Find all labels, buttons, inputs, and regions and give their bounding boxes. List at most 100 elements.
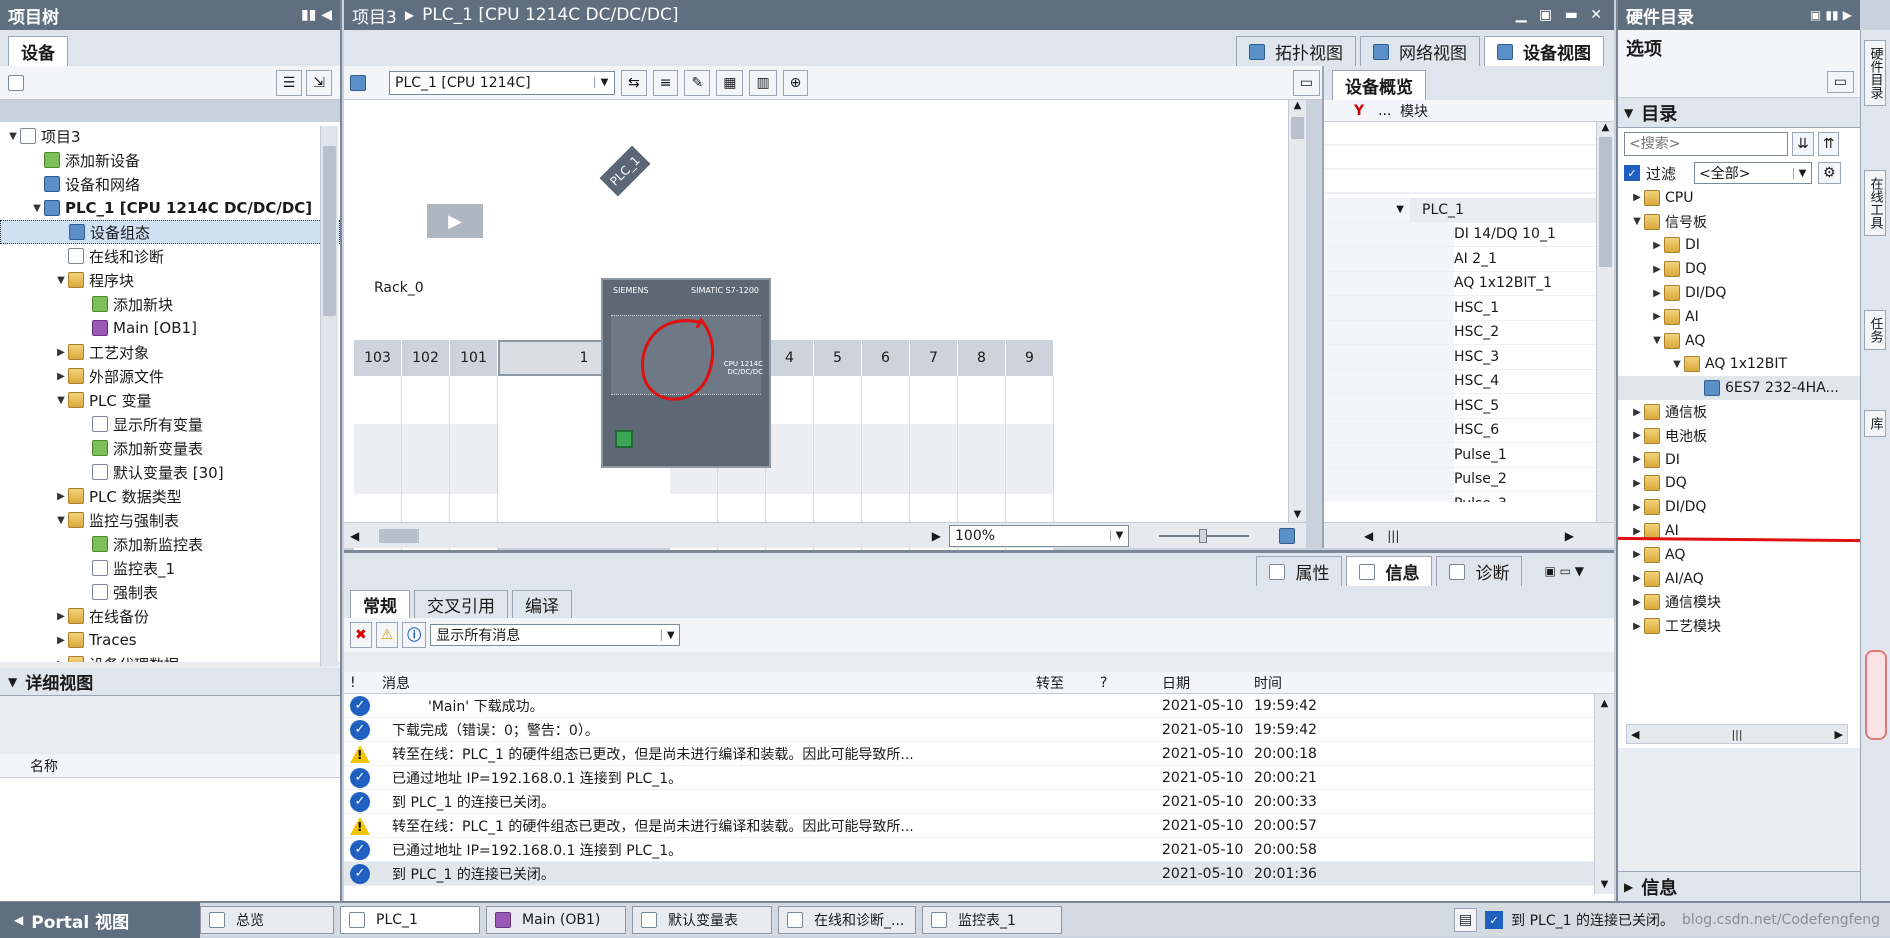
message-row[interactable]: ✓ 到 PLC_1 的连接已关闭。 2021-05-10 20:00:33 [344, 790, 1594, 814]
tree-item[interactable]: ▼ 项目3 [0, 124, 340, 148]
tree-item[interactable]: Main [OB1] [0, 316, 340, 340]
tree-item[interactable]: ▼ PLC_1 [CPU 1214C DC/DC/DC] [0, 196, 340, 220]
catalog-item[interactable]: 6ES7 232-4HA... [1618, 376, 1860, 401]
expand-toggle-icon[interactable]: ▶ [1630, 502, 1644, 513]
device-tool-icon[interactable] [350, 74, 366, 91]
expand-toggle-icon[interactable]: ▶ [1630, 621, 1644, 632]
new-item-icon[interactable] [8, 74, 24, 91]
name-icon[interactable]: ≡ [652, 69, 679, 96]
expand-toggle-icon[interactable]: ▶ [54, 635, 68, 646]
canvas-hscroll[interactable]: ◀ ▶ 100% ▼ [344, 522, 1306, 548]
expand-toggle-icon[interactable]: ▶ [1630, 478, 1644, 489]
overview-row[interactable]: ▼ PLC_1 [1324, 198, 1614, 223]
swap-icon[interactable]: ⇆ [621, 69, 647, 96]
search-down-icon[interactable]: ⇊ [1792, 132, 1814, 156]
tab-devices[interactable]: 设备 [8, 36, 68, 66]
tree-item[interactable]: 设备组态 [0, 220, 340, 244]
expand-toggle-icon[interactable]: ▶ [1630, 454, 1644, 465]
rack-slot-header[interactable]: 8 [958, 340, 1006, 376]
expand-toggle-icon[interactable]: ▶ [1650, 240, 1664, 251]
side-tab[interactable]: 库 [1864, 410, 1886, 437]
error-filter-icon[interactable]: ✖ [350, 622, 372, 648]
catalog-hscroll[interactable]: ◀ ||| ▶ [1626, 724, 1848, 744]
breadcrumb-device[interactable]: PLC_1 [CPU 1214C DC/DC/DC] [422, 5, 678, 25]
catalog-item[interactable]: ▶ DI [1618, 448, 1860, 472]
expand-toggle-icon[interactable]: ▶ [54, 371, 68, 382]
expand-toggle-icon[interactable]: ▶ [1650, 311, 1664, 322]
expand-toggle-icon[interactable]: ▶ [1650, 288, 1664, 299]
overview-row[interactable]: HSC_6 [1324, 418, 1614, 443]
taskbar-item[interactable]: 监控表_1 [922, 906, 1062, 934]
tab-general[interactable]: 常规 [350, 590, 410, 618]
chevron-down-icon[interactable]: ▼ [1624, 106, 1633, 120]
tree-item[interactable]: ▶ 设备代理数据 [0, 652, 340, 662]
message-row[interactable]: ✓ 'Main' 下载成功。 2021-05-10 19:59:42 [344, 694, 1594, 718]
paint-icon[interactable]: ✎ [684, 69, 711, 96]
zoom-slider[interactable] [1159, 528, 1249, 543]
search-up-icon[interactable]: ⇈ [1817, 132, 1840, 156]
message-row[interactable]: ✓ 已通过地址 IP=192.168.0.1 连接到 PLC_1。 2021-05-… [344, 838, 1594, 862]
filter-select[interactable]: <全部> ▼ [1694, 162, 1813, 184]
list-view-icon[interactable]: ☰ [275, 69, 303, 96]
taskbar-item[interactable]: 默认变量表 [632, 906, 772, 934]
plc-label-tag[interactable]: PLC_1 [599, 145, 651, 197]
tree-item[interactable]: ▼ 程序块 [0, 268, 340, 292]
chevron-down-icon[interactable]: ▼ [8, 675, 17, 689]
pane-controls-icon[interactable]: ▣ ▮▮ ▶ [1810, 8, 1852, 22]
tree-item[interactable]: 显示所有变量 [0, 412, 340, 436]
tree-item[interactable]: 监控表_1 [0, 556, 340, 580]
tree-item[interactable]: ▶ Traces [0, 628, 340, 652]
overview-row[interactable]: HSC_5 [1324, 394, 1614, 419]
expand-toggle-icon[interactable]: ▶ [1630, 549, 1644, 560]
tree-item[interactable]: ▶ 外部源文件 [0, 364, 340, 388]
expand-toggle-icon[interactable]: ▶ [1650, 264, 1664, 275]
overview-hscroll[interactable]: ◀ ||| ▶ [1324, 522, 1614, 548]
rack-slot-header[interactable]: 4 [766, 340, 814, 376]
dots-column[interactable]: ... [1378, 103, 1400, 119]
overview-row[interactable]: AQ 1x12BIT_1 [1324, 271, 1614, 296]
warning-filter-icon[interactable]: ⚠ [375, 622, 399, 648]
expand-toggle-icon[interactable]: ▼ [54, 395, 68, 406]
tree-scrollbar[interactable] [320, 126, 338, 666]
tree-item[interactable]: ▼ PLC 变量 [0, 388, 340, 412]
overview-row[interactable]: DI 14/DQ 10_1 [1324, 222, 1614, 247]
status-window-icon[interactable]: ▤ [1453, 908, 1478, 932]
catalog-item[interactable]: ▶ DI/DQ [1618, 495, 1860, 519]
table-icon[interactable]: ▥ [749, 69, 777, 96]
expand-toggle-icon[interactable]: ▶ [1630, 407, 1644, 418]
catalog-item[interactable]: ▶ 工艺模块 [1618, 614, 1860, 638]
rack-slot-header[interactable]: 103 [354, 340, 402, 376]
pane-collapse-icon[interactable]: ▮▮ ◀ [301, 7, 332, 23]
fit-view-icon[interactable] [1279, 527, 1295, 544]
tab-properties[interactable]: 属性 [1256, 556, 1343, 586]
tab-device-view[interactable]: 设备视图 [1484, 36, 1604, 66]
message-vscroll[interactable]: ▲ ▼ [1594, 694, 1614, 894]
message-row[interactable]: ✓ 到 PLC_1 的连接已关闭。 2021-05-10 20:01:36 [344, 862, 1594, 886]
catalog-search-input[interactable] [1624, 132, 1788, 156]
grid-icon[interactable]: ▦ [716, 69, 744, 96]
overview-toggle-icon[interactable]: ▭ [1292, 69, 1320, 96]
tab-compile[interactable]: 编译 [512, 590, 572, 618]
canvas-vscroll[interactable]: ▲ ▼ [1288, 100, 1306, 522]
info-filter-icon[interactable]: ⓘ [402, 622, 427, 648]
expand-toggle-icon[interactable]: ▼ [30, 203, 44, 214]
overview-row[interactable]: HSC_4 [1324, 369, 1614, 394]
tree-item[interactable]: 添加新监控表 [0, 532, 340, 556]
overview-row[interactable]: HSC_3 [1324, 345, 1614, 370]
catalog-item[interactable]: ▶ DQ [1618, 257, 1860, 281]
message-row[interactable]: 转至在线：PLC_1 的硬件组态已更改，但是尚未进行编译和装载。因此可能导致所.… [344, 814, 1594, 838]
catalog-item[interactable]: ▶ DI/DQ [1618, 281, 1860, 305]
catalog-item[interactable]: ▼ AQ 1x12BIT [1618, 353, 1860, 377]
device-select[interactable]: PLC_1 [CPU 1214C] ▼ [389, 70, 615, 95]
catalog-settings-icon[interactable]: ⚙ [1818, 162, 1841, 184]
rack-slot-header[interactable]: 9 [1006, 340, 1054, 376]
expand-toggle-icon[interactable]: ▼ [54, 275, 68, 286]
tree-item[interactable]: 强制表 [0, 580, 340, 604]
tab-diagnostics[interactable]: 诊断 [1436, 556, 1523, 586]
tree-item[interactable]: 在线和诊断 [0, 244, 340, 268]
catalog-item[interactable]: ▶ AI/AQ [1618, 567, 1860, 591]
catalog-item[interactable]: ▶ DI [1618, 234, 1860, 258]
side-tab[interactable]: 硬件目录 [1864, 40, 1886, 106]
expand-toggle-icon[interactable]: ▼ [6, 131, 20, 142]
export-icon[interactable]: ⇲ [306, 69, 332, 96]
